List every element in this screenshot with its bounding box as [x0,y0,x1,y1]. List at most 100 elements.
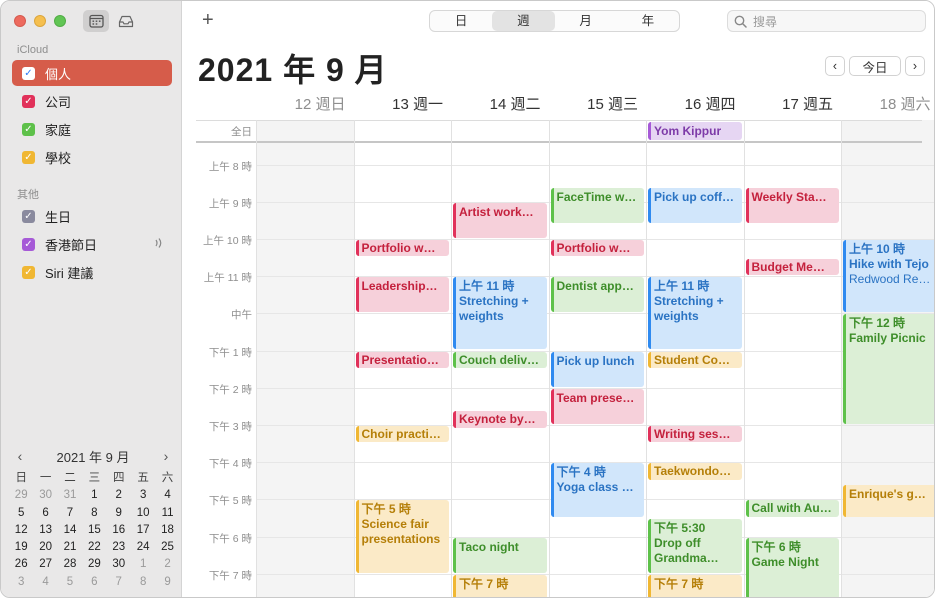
mini-day[interactable]: 21 [58,539,82,556]
calendar-event[interactable]: 下午 6 時 Game Night [745,537,839,597]
calendar-event[interactable]: Team prese… [550,388,644,424]
mini-day[interactable]: 24 [131,539,155,556]
calendar-event[interactable]: Portfolio w… [355,239,449,257]
add-event-button[interactable]: + [202,10,214,30]
day-header[interactable]: 17 週五 [744,93,842,119]
mini-day[interactable]: 23 [107,539,131,556]
mini-day[interactable]: 4 [155,487,179,504]
mini-day[interactable]: 7 [107,574,131,591]
mini-day[interactable]: 11 [155,505,179,522]
calendar-event[interactable]: 下午 7 時 [648,574,742,597]
calendar-event[interactable]: Budget Me… [745,258,839,276]
mini-day[interactable]: 1 [82,487,106,504]
mini-day[interactable]: 9 [155,574,179,591]
mini-day[interactable]: 2 [155,556,179,573]
mini-day[interactable]: 2 [107,487,131,504]
calendar-item[interactable]: ✓ 公司 [12,88,172,114]
calendar-checkbox[interactable]: ✓ [22,265,35,279]
next-week-button[interactable]: › [905,56,925,76]
mini-day[interactable]: 7 [58,505,82,522]
calendar-event[interactable]: Portfolio w… [550,239,644,257]
today-button[interactable]: 今日 [849,56,901,76]
minimize-window-button[interactable] [34,15,46,27]
mini-day[interactable]: 8 [131,574,155,591]
mini-day[interactable]: 4 [33,574,57,591]
calendar-event[interactable]: 上午 11 時 Stretching + weights [648,277,742,350]
mini-day[interactable]: 14 [58,522,82,539]
mini-day[interactable]: 13 [33,522,57,539]
mini-day[interactable]: 12 [9,522,33,539]
mini-day[interactable]: 9 [107,505,131,522]
calendar-event[interactable]: Weekly Sta… [745,187,839,223]
mini-day[interactable]: 5 [9,505,33,522]
calendar-event[interactable]: Leadership… [355,277,449,313]
calendar-item[interactable]: ✓ 家庭 [12,116,172,142]
mini-day[interactable]: 17 [131,522,155,539]
mini-day[interactable]: 22 [82,539,106,556]
calendar-event[interactable]: Taco night [453,537,547,573]
calendar-event[interactable]: Pick up coff… [648,187,742,223]
calendar-checkbox[interactable]: ✓ [22,66,35,80]
calendar-event[interactable]: Choir practi… [355,425,449,443]
mini-day[interactable]: 8 [82,505,106,522]
calendar-event[interactable]: 上午 11 時 Stretching + weights [453,277,547,350]
calendar-event[interactable]: Taekwondo… [648,463,742,480]
mini-day[interactable]: 1 [131,556,155,573]
allday-event[interactable]: Yom Kippur [648,122,742,140]
calendar-checkbox[interactable]: ✓ [22,209,35,223]
calendar-event[interactable]: Pick up lunch [550,351,644,387]
mini-day[interactable]: 31 [58,487,82,504]
mini-day[interactable]: 6 [33,505,57,522]
calendar-event[interactable]: 下午 5:30 Drop off Grandma… [648,518,742,573]
calendar-event[interactable]: Keynote by… [453,411,547,428]
mini-day[interactable]: 20 [33,539,57,556]
calendar-item[interactable]: ✓ 香港節日 [12,231,172,257]
mini-day[interactable]: 29 [82,556,106,573]
calendar-event[interactable]: Couch deliv… [453,351,547,369]
mini-day[interactable]: 6 [82,574,106,591]
calendar-event[interactable]: Enrique's g… [843,485,934,517]
calendar-item[interactable]: ✓ 學校 [12,144,172,170]
view-tab[interactable]: 週 [492,11,555,31]
view-tab[interactable]: 月 [555,11,617,31]
view-tab[interactable]: 年 [617,11,679,31]
calendar-checkbox[interactable]: ✓ [22,122,35,136]
mini-day[interactable]: 29 [9,487,33,504]
mini-day[interactable]: 19 [9,539,33,556]
search-field[interactable]: 搜尋 [727,10,926,32]
inbox-button[interactable] [113,10,139,32]
day-header[interactable]: 12 週日 [256,93,354,119]
calendar-checkbox[interactable]: ✓ [22,150,35,164]
calendar-item[interactable]: ✓ Siri 建議 [12,259,172,285]
mini-day[interactable]: 10 [131,505,155,522]
mini-day[interactable]: 25 [155,539,179,556]
calendar-event[interactable]: Artist work… [453,202,547,238]
calendar-item[interactable]: ✓ 生日 [12,203,172,229]
calendar-event[interactable]: Writing ses… [648,425,742,443]
view-tab[interactable]: 日 [430,11,492,31]
calendar-event[interactable]: FaceTime w… [550,187,644,223]
calendar-checkbox[interactable]: ✓ [22,237,35,251]
calendar-item[interactable]: ✓ 個人 [12,60,172,86]
day-header[interactable]: 13 週一 [354,93,452,119]
day-header[interactable]: 14 週二 [451,93,549,119]
mini-day[interactable]: 27 [33,556,57,573]
mini-day[interactable]: 16 [107,522,131,539]
mini-day[interactable]: 5 [58,574,82,591]
mini-next-month-button[interactable]: › [159,448,173,464]
day-header[interactable]: 16 週四 [646,93,744,119]
zoom-window-button[interactable] [54,15,66,27]
calendar-list-toggle-button[interactable] [83,10,109,32]
mini-prev-month-button[interactable]: ‹ [13,448,27,464]
mini-day[interactable]: 28 [58,556,82,573]
day-header[interactable]: 18 週六 [841,93,934,119]
calendar-event[interactable]: Call with Au… [745,500,839,517]
calendar-event[interactable]: Presentatio… [355,351,449,369]
calendar-event[interactable]: 下午 12 時 Family Picnic [843,314,934,424]
mini-day[interactable]: 26 [9,556,33,573]
calendar-event[interactable]: 上午 10 時 Hike with Tejo Redwood Re… [843,239,934,313]
mini-day[interactable]: 15 [82,522,106,539]
mini-day[interactable]: 18 [155,522,179,539]
mini-day[interactable]: 30 [107,556,131,573]
mini-day[interactable]: 3 [131,487,155,504]
